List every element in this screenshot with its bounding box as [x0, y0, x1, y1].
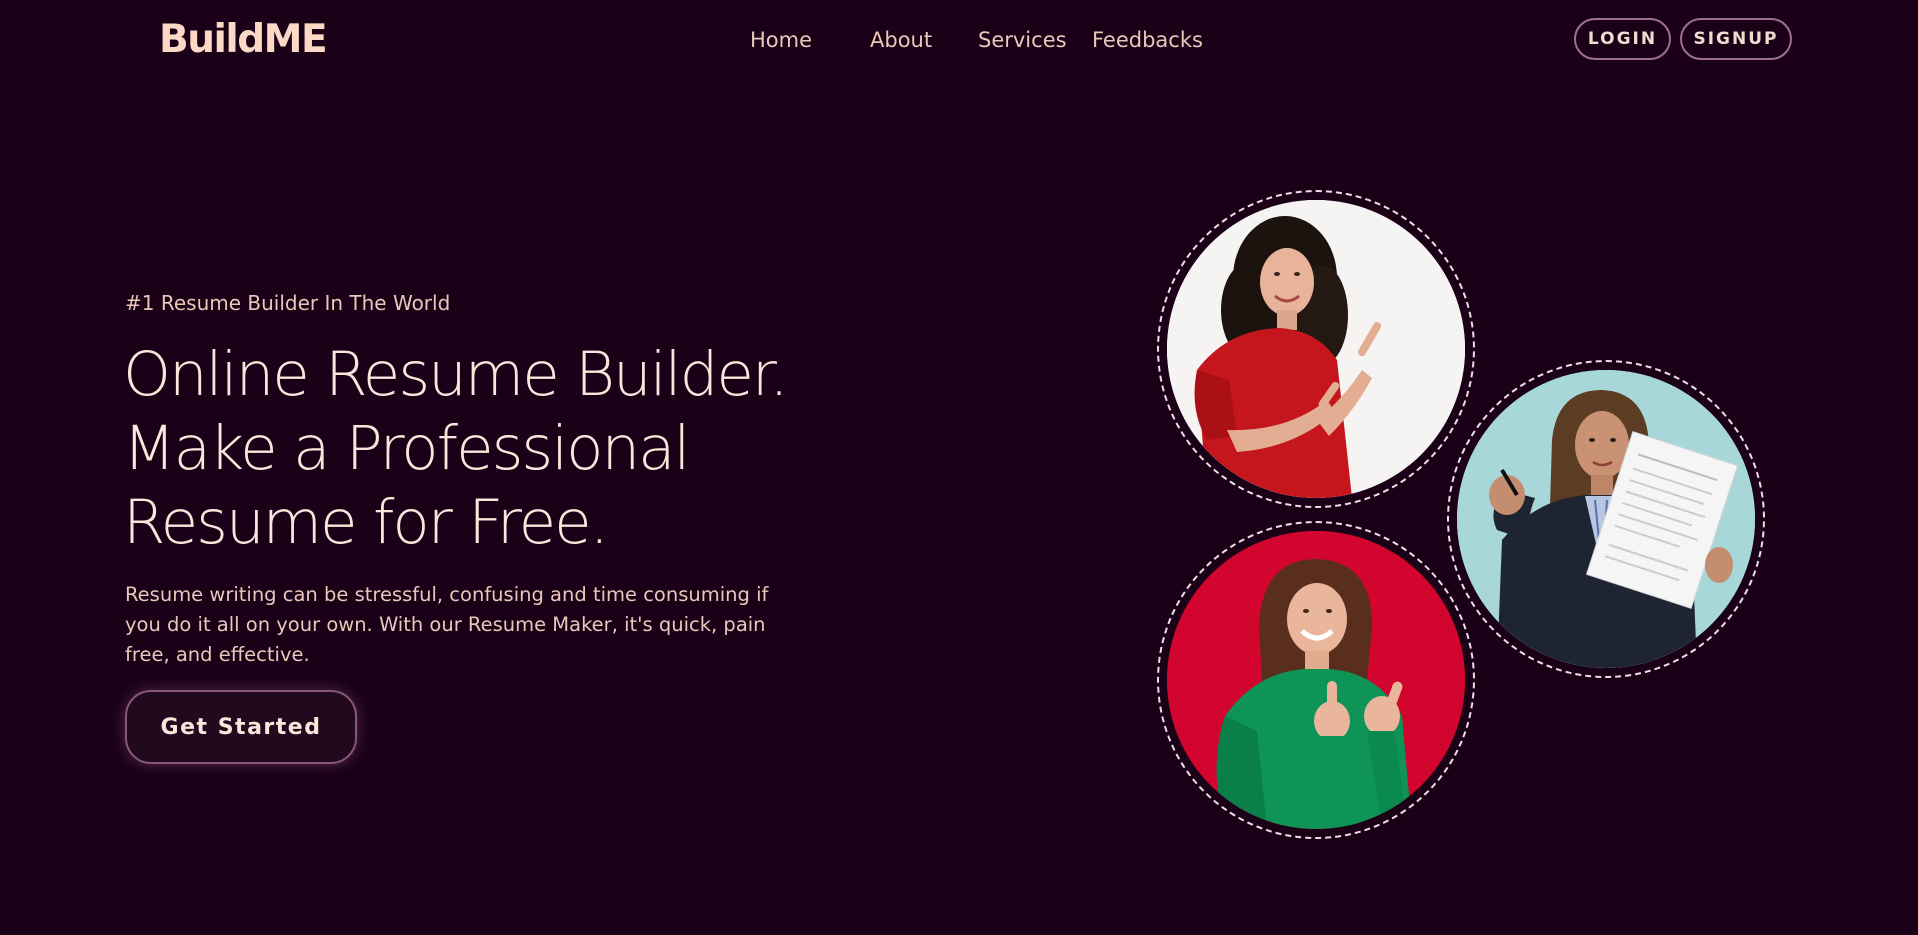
landing-page: BuildME Home About Services Feedbacks LO…: [0, 0, 1918, 935]
hero-headline: Online Resume Builder. Make a Profession…: [123, 338, 843, 560]
hero-tagline: #1 Resume Builder In The World: [125, 291, 451, 315]
login-button[interactable]: LOGIN: [1574, 18, 1671, 60]
nav-link-services[interactable]: Services: [978, 24, 1067, 56]
hero-description: Resume writing can be stressful, confusi…: [125, 583, 769, 666]
signup-button[interactable]: SIGNUP: [1680, 18, 1792, 60]
hero-headline-line: Resume for Free.: [123, 487, 609, 558]
get-started-button[interactable]: Get Started: [125, 690, 357, 764]
nav-link-home[interactable]: Home: [750, 24, 812, 56]
nav-link-about[interactable]: About: [870, 24, 932, 56]
photo-ring-right: [1447, 360, 1765, 678]
nav-link-feedbacks[interactable]: Feedbacks: [1092, 24, 1203, 56]
woman-blazer-holding-resume-photo: [1457, 370, 1755, 668]
photo-ring-bottom: [1157, 521, 1475, 839]
hero-headline-line: Online Resume Builder.: [123, 339, 789, 410]
hero-headline-line: Make a Professional: [123, 413, 690, 484]
photo-ring-top: [1157, 190, 1475, 508]
woman-red-shirt-pointing-photo: [1167, 200, 1465, 498]
woman-green-sweater-thumbs-up-photo: [1167, 531, 1465, 829]
